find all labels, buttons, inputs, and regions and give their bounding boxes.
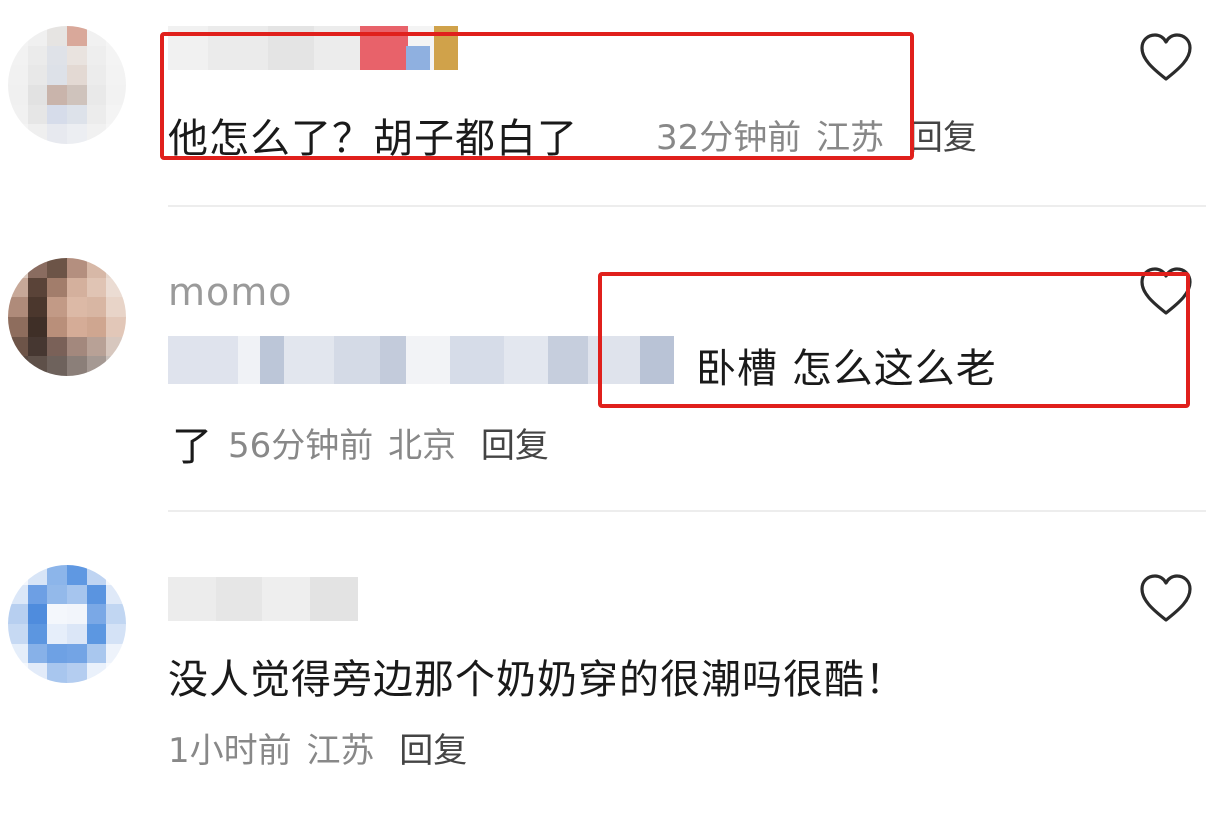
- comment-time: 32分钟前: [656, 118, 802, 158]
- comment-text-blurred: [168, 336, 674, 384]
- heart-outline-icon[interactable]: [1138, 266, 1194, 318]
- reply-button[interactable]: 回复: [909, 118, 977, 158]
- comment-time: 1小时前: [168, 731, 292, 771]
- comment-list: 他怎么了？胡子都白了 32分钟前 江苏 回复 momo 卧槽 怎么这么老 了 5…: [0, 0, 1206, 816]
- comment-meta: 1小时前 江苏 回复: [168, 723, 471, 772]
- avatar[interactable]: [8, 565, 126, 683]
- avatar[interactable]: [8, 26, 126, 144]
- comment-location: 江苏: [816, 118, 885, 158]
- comment-text: 他怎么了？胡子都白了: [168, 116, 578, 162]
- comment-text-continued: 了: [172, 424, 213, 470]
- comment-meta: 56分钟前 北京 回复: [228, 418, 553, 467]
- comment-time: 56分钟前: [228, 426, 374, 466]
- comment-item: 没人觉得旁边那个奶奶穿的很潮吗很酷！ 1小时前 江苏 回复: [0, 511, 1206, 816]
- avatar[interactable]: [8, 258, 126, 376]
- username[interactable]: momo: [168, 270, 293, 314]
- username-blurred: [168, 577, 358, 621]
- comment-location: 江苏: [306, 731, 375, 771]
- comment-item: 他怎么了？胡子都白了 32分钟前 江苏 回复: [0, 0, 1206, 205]
- reply-button[interactable]: 回复: [399, 731, 467, 771]
- comment-item: momo 卧槽 怎么这么老 了 56分钟前 北京 回复: [0, 206, 1206, 511]
- reply-button[interactable]: 回复: [481, 426, 549, 466]
- comment-meta: 32分钟前 江苏 回复: [656, 110, 981, 159]
- comment-location: 北京: [388, 426, 457, 466]
- comment-text: 没人觉得旁边那个奶奶穿的很潮吗很酷！: [168, 657, 906, 703]
- heart-outline-icon[interactable]: [1138, 32, 1194, 84]
- comment-text: 卧槽 怎么这么老: [696, 346, 997, 392]
- username-blurred-extra: [406, 46, 430, 70]
- heart-outline-icon[interactable]: [1138, 573, 1194, 625]
